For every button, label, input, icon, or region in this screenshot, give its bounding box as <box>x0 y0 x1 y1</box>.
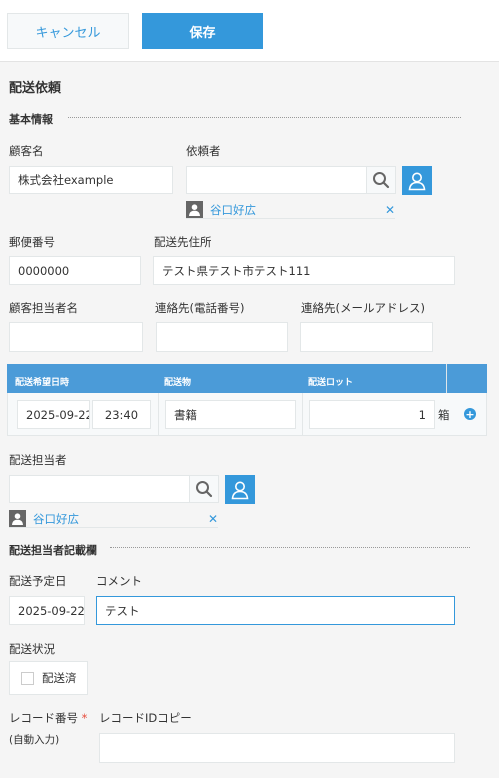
requester-user-select-button[interactable] <box>402 166 432 195</box>
search-icon <box>196 481 213 498</box>
table-header-item: 配送物 <box>164 378 192 388</box>
delivery-time-input[interactable]: 23:40 <box>92 400 151 429</box>
delivery-date-input[interactable]: 2025-09-22 <box>17 400 90 429</box>
comment-input[interactable]: テスト <box>96 596 455 625</box>
page-title: 配送依頼 <box>9 81 62 96</box>
phone-label: 連絡先(電話番号) <box>155 301 245 315</box>
assignee-search-button[interactable] <box>189 475 219 503</box>
table-row: 2025-09-22 23:40 書籍 1 箱 + <box>7 393 487 436</box>
requester-input[interactable] <box>186 166 367 194</box>
comment-label: コメント <box>96 574 142 588</box>
table-header-datetime: 配送希望日時 <box>15 378 70 388</box>
section-basic-info: 基本情報 <box>9 113 53 126</box>
requester-user-chip: 谷口好広 ✕ <box>186 201 395 219</box>
status-label: 配送状況 <box>9 642 55 656</box>
assignee-user-name[interactable]: 谷口好広 <box>33 511 79 527</box>
scheduled-date-input[interactable]: 2025-09-22 <box>9 596 85 625</box>
user-avatar-icon <box>189 204 200 216</box>
delivery-item-input[interactable]: 書籍 <box>165 400 296 429</box>
email-label: 連絡先(メールアドレス) <box>301 301 425 315</box>
postal-code-label: 郵便番号 <box>9 235 55 249</box>
cell-divider <box>158 393 159 436</box>
address-input[interactable]: テスト県テスト市テスト111 <box>153 256 455 285</box>
table-header-lot: 配送ロット <box>308 378 354 388</box>
close-icon[interactable]: ✕ <box>208 512 218 526</box>
assignee-user-chip: 谷口好広 ✕ <box>9 510 218 528</box>
contact-name-label: 顧客担当者名 <box>9 301 78 315</box>
section-divider <box>110 547 470 548</box>
avatar <box>186 201 203 218</box>
search-icon <box>373 172 390 189</box>
assignee-user-select-button[interactable] <box>225 475 255 504</box>
customer-name-input[interactable]: 株式会社example <box>9 166 173 194</box>
assignee-input[interactable] <box>9 475 190 503</box>
record-number-label: レコード番号 * <box>9 711 88 725</box>
customer-name-label: 顧客名 <box>9 144 44 158</box>
postal-code-input[interactable]: 0000000 <box>9 256 141 285</box>
email-input[interactable] <box>300 322 433 352</box>
record-id-copy-input[interactable] <box>99 733 455 763</box>
requester-user-name[interactable]: 谷口好広 <box>210 202 256 218</box>
user-icon <box>231 481 249 499</box>
required-marker: * <box>81 711 88 725</box>
delivery-lot-input[interactable]: 1 <box>309 400 435 429</box>
add-icon[interactable]: + <box>464 408 476 420</box>
section-divider <box>68 117 461 118</box>
section-assignee-notes: 配送担当者記載欄 <box>9 544 97 557</box>
requester-label: 依頼者 <box>186 144 221 158</box>
delivery-table-header: 配送希望日時 配送物 配送ロット <box>7 364 487 393</box>
delivered-checkbox[interactable] <box>21 671 34 685</box>
save-button[interactable]: 保存 <box>142 13 263 49</box>
delivered-checkbox-label[interactable]: 配送済 <box>42 670 77 686</box>
phone-input[interactable] <box>156 322 288 352</box>
user-icon <box>408 172 426 190</box>
avatar <box>9 510 26 527</box>
close-icon[interactable]: ✕ <box>385 203 395 217</box>
assignee-label: 配送担当者 <box>9 453 67 467</box>
record-number-auto-label: (自動入力) <box>9 734 60 746</box>
cancel-button[interactable]: キャンセル <box>7 13 129 49</box>
scheduled-date-label: 配送予定日 <box>9 574 67 588</box>
lot-unit-label: 箱 <box>438 408 450 422</box>
status-checkbox-group: 配送済 <box>9 661 88 695</box>
record-id-copy-label: レコードIDコピー <box>99 711 192 725</box>
user-avatar-icon <box>12 513 23 525</box>
cell-divider <box>302 393 303 436</box>
requester-search-button[interactable] <box>366 166 396 194</box>
contact-name-input[interactable] <box>9 322 143 352</box>
address-label: 配送先住所 <box>154 235 212 249</box>
